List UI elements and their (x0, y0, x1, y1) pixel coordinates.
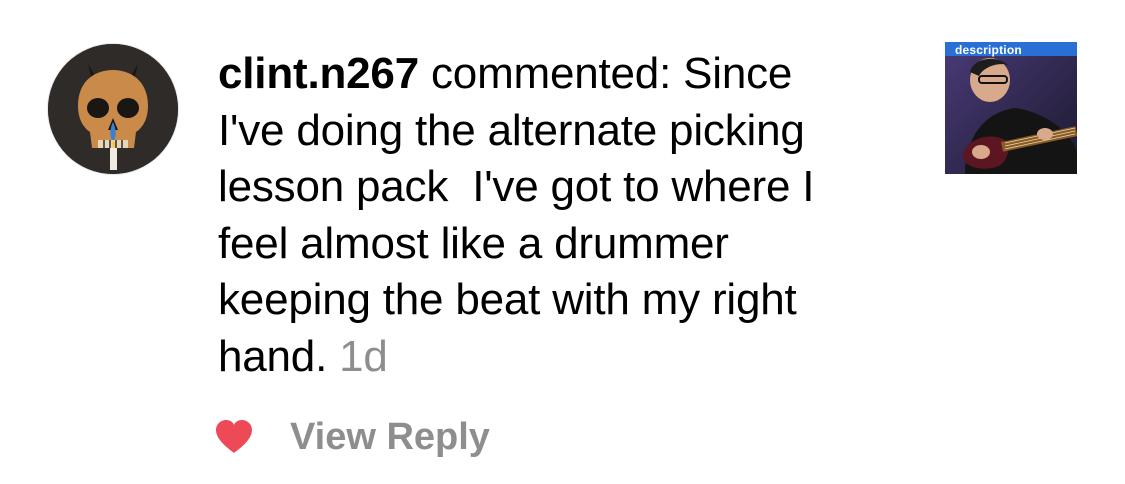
comment-notification[interactable]: clint.n267 commented: Since I've doing t… (0, 0, 1125, 484)
thumbnail-label: description (955, 43, 1022, 57)
comment-action: commented: (431, 49, 672, 98)
comment-line: Since (683, 49, 793, 98)
heart-icon[interactable] (214, 419, 254, 455)
view-reply-button[interactable]: View Reply (290, 416, 490, 459)
comment-username[interactable]: clint.n267 (218, 49, 419, 98)
post-thumbnail[interactable]: description (945, 42, 1077, 174)
comment-line: feel almost like a drummer (218, 218, 729, 268)
comment-line: I've doing the alternate picking (218, 105, 805, 155)
guitar-video-thumbnail (945, 42, 1077, 174)
skull-avatar-icon (48, 44, 178, 174)
action-row: View Reply (214, 412, 490, 462)
comment-line: hand. (218, 331, 328, 381)
comment-text[interactable]: clint.n267 commented: Since I've doing t… (218, 46, 898, 385)
avatar[interactable] (48, 44, 178, 174)
comment-timestamp: 1d (339, 331, 388, 381)
comment-line: keeping the beat with my right (218, 275, 797, 324)
comment-line: lesson pack I've got to where I (218, 162, 815, 211)
